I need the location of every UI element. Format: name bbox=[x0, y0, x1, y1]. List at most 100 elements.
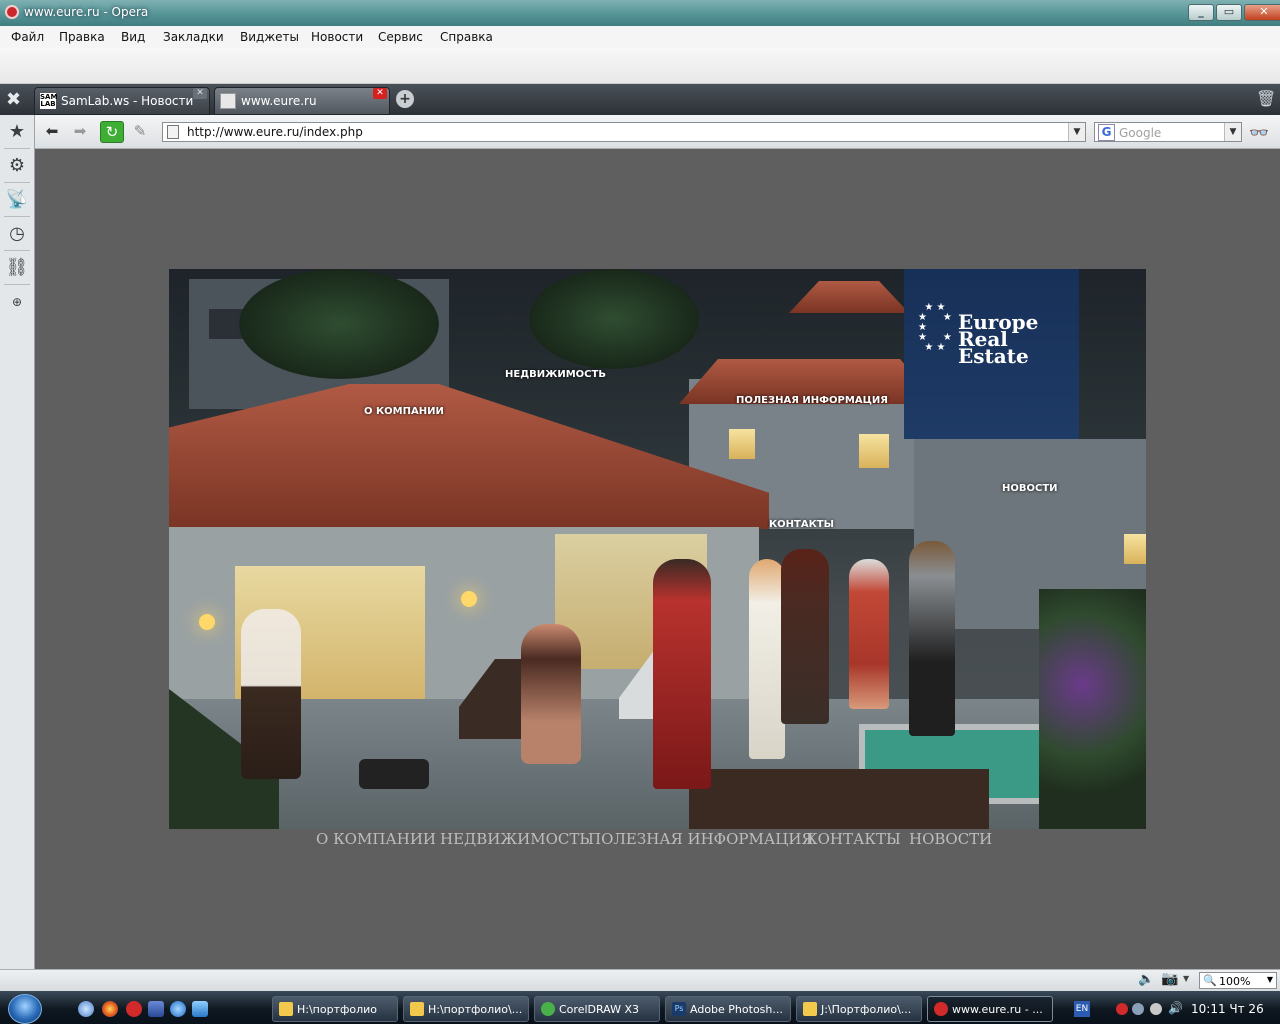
address-field[interactable]: http://www.eure.ru/index.php ▼ bbox=[162, 122, 1086, 142]
tab-close-icon[interactable]: ✕ bbox=[373, 88, 387, 99]
man-in-white-jacket bbox=[241, 609, 301, 779]
google-g-icon[interactable]: G bbox=[1098, 124, 1115, 141]
opera-tray-icon[interactable] bbox=[1116, 1003, 1128, 1015]
menu-news[interactable]: Новости bbox=[311, 30, 363, 44]
magnifier-icon: 🔍 bbox=[1203, 974, 1217, 987]
woman-in-white-dress bbox=[749, 559, 785, 759]
photoshop-icon: Ps bbox=[672, 1002, 686, 1016]
taskbar-window-folder-3[interactable]: J:\Портфолио\... bbox=[796, 996, 922, 1022]
speaker-icon[interactable]: 🔈 bbox=[1138, 972, 1154, 987]
camera-icon[interactable]: 📷 bbox=[1161, 971, 1178, 987]
show-desktop-icon[interactable] bbox=[192, 1001, 208, 1017]
opera-icon bbox=[934, 1002, 948, 1016]
taskbar-window-folder[interactable]: H:\портфолио bbox=[272, 996, 398, 1022]
lit-window bbox=[859, 434, 889, 468]
maximize-button[interactable]: ▭ bbox=[1216, 4, 1242, 21]
url-dropdown-icon[interactable]: ▼ bbox=[1068, 123, 1085, 141]
menu-view[interactable]: Вид bbox=[121, 30, 145, 44]
menu-tools[interactable]: Сервис bbox=[378, 30, 423, 44]
hero-link-about[interactable]: О КОМПАНИИ bbox=[364, 406, 444, 417]
hero-link-real-estate[interactable]: НЕДВИЖИМОСТЬ bbox=[505, 369, 606, 380]
menu-widgets[interactable]: Виджеты bbox=[240, 30, 299, 44]
tray-icon[interactable] bbox=[1150, 1003, 1162, 1015]
language-indicator[interactable]: EN bbox=[1074, 1001, 1090, 1017]
page-favicon-icon bbox=[220, 93, 236, 109]
glasses-icon[interactable]: 👓 bbox=[1249, 123, 1269, 142]
footer-nav: О КОМПАНИИ НЕДВИЖИМОСТЬ ПОЛЕЗНАЯ ИНФОРМА… bbox=[316, 830, 1016, 850]
firefox-icon[interactable] bbox=[102, 1001, 118, 1017]
search-placeholder[interactable]: Google bbox=[1119, 126, 1161, 140]
empty-toolbar bbox=[0, 48, 1280, 84]
volume-tray-icon[interactable]: 🔊 bbox=[1168, 1001, 1183, 1015]
history-clock-icon[interactable]: ◷ bbox=[4, 221, 30, 247]
menu-file[interactable]: Файл bbox=[11, 30, 44, 44]
tools-icon[interactable]: ✖ bbox=[6, 89, 21, 110]
window-titlebar: www.eure.ru - Opera _ ▭ ✕ bbox=[0, 0, 1280, 26]
hero-illustration: ★ ★ ★ ★ ★ ★ ★ ★ ★ Europe Real Estate НЕДВИЖ… bbox=[169, 269, 1146, 829]
forward-arrow-icon[interactable]: ➡ bbox=[69, 121, 91, 141]
feeds-antenna-icon[interactable]: 📡 bbox=[4, 187, 30, 213]
opera-icon[interactable] bbox=[126, 1001, 142, 1017]
internet-explorer-icon[interactable] bbox=[170, 1001, 186, 1017]
grill bbox=[359, 759, 429, 789]
menu-bookmarks[interactable]: Закладки bbox=[163, 30, 224, 44]
taskbar-label: J:\Портфолио\... bbox=[821, 1003, 912, 1016]
flower-bed bbox=[1039, 589, 1146, 829]
footer-link-useful-info[interactable]: ПОЛЕЗНАЯ ИНФОРМАЦИЯ bbox=[588, 830, 814, 848]
main-house-roof bbox=[169, 384, 769, 529]
reload-icon[interactable]: ↻ bbox=[100, 121, 124, 143]
opera-logo-icon bbox=[5, 5, 19, 19]
hero-link-useful-info[interactable]: ПОЛЕЗНАЯ ИНФОРМАЦИЯ bbox=[736, 395, 888, 406]
add-panel-icon[interactable]: ⊕ bbox=[4, 289, 30, 315]
new-tab-icon[interactable]: + bbox=[396, 90, 414, 108]
wall-lamp bbox=[461, 591, 477, 607]
globe-icon[interactable] bbox=[78, 1001, 94, 1017]
minimize-button[interactable]: _ bbox=[1188, 4, 1214, 21]
trash-icon[interactable]: 🗑 bbox=[1256, 89, 1276, 108]
taskbar-label: CorelDRAW X3 bbox=[559, 1003, 640, 1016]
europe-real-estate-logo: ★ ★ ★ ★ ★ ★ ★ ★ ★ Europe Real Estate bbox=[904, 269, 1079, 439]
footer-link-news[interactable]: НОВОСТИ bbox=[909, 830, 992, 848]
menu-help[interactable]: Справка bbox=[440, 30, 493, 44]
taskbar-label: Adobe Photosh... bbox=[690, 1003, 783, 1016]
hero-link-contacts[interactable]: КОНТАКТЫ bbox=[769, 519, 834, 530]
tab-samlab[interactable]: SAM LAB SamLab.ws - Новости ✕ bbox=[34, 87, 210, 115]
menu-edit[interactable]: Правка bbox=[59, 30, 105, 44]
taskbar-window-opera[interactable]: www.eure.ru - ... bbox=[927, 996, 1053, 1022]
footer-link-real-estate[interactable]: НЕДВИЖИМОСТЬ bbox=[440, 830, 590, 848]
network-tray-icon[interactable] bbox=[1132, 1003, 1144, 1015]
tab-eure[interactable]: www.eure.ru ✕ bbox=[214, 87, 390, 115]
camera-dropdown-icon[interactable]: ▼ bbox=[1183, 974, 1189, 983]
panel-divider bbox=[4, 216, 30, 217]
lit-window bbox=[1124, 534, 1146, 564]
folder-icon bbox=[803, 1002, 817, 1016]
panel-divider bbox=[4, 182, 30, 183]
bookmarks-star-icon[interactable]: ★ bbox=[4, 119, 30, 145]
hero-link-news[interactable]: НОВОСТИ bbox=[1002, 483, 1058, 494]
taskbar-clock[interactable]: 10:11 Чт 26 bbox=[1191, 1002, 1264, 1016]
edit-pen-icon[interactable]: ✎ bbox=[129, 121, 151, 141]
lit-window bbox=[729, 429, 755, 459]
taskbar-window-photoshop[interactable]: Ps Adobe Photosh... bbox=[665, 996, 791, 1022]
status-bar: 🔈 📷 ▼ 🔍 100% ▼ bbox=[0, 969, 1280, 992]
save-disk-icon[interactable] bbox=[148, 1001, 164, 1017]
taskbar-window-folder-2[interactable]: H:\портфолио\... bbox=[403, 996, 529, 1022]
back-arrow-icon[interactable]: ⬅ bbox=[41, 121, 63, 141]
search-dropdown-icon[interactable]: ▼ bbox=[1224, 123, 1241, 141]
zoom-dropdown-icon[interactable]: ▼ bbox=[1267, 975, 1273, 984]
tab-close-icon[interactable]: ✕ bbox=[193, 88, 207, 99]
samlab-favicon-icon: SAM LAB bbox=[40, 93, 58, 109]
window-title: www.eure.ru - Opera bbox=[24, 5, 149, 19]
close-window-button[interactable]: ✕ bbox=[1244, 4, 1280, 21]
search-field[interactable]: G Google ▼ bbox=[1094, 122, 1242, 142]
woman-in-red-dress bbox=[653, 559, 711, 789]
wall-lamp bbox=[199, 614, 215, 630]
gear-icon[interactable]: ⚙ bbox=[4, 153, 30, 179]
start-button[interactable] bbox=[8, 994, 42, 1024]
taskbar-window-coreldraw[interactable]: CorelDRAW X3 bbox=[534, 996, 660, 1022]
footer-link-about[interactable]: О КОМПАНИИ bbox=[316, 830, 436, 848]
url-text[interactable]: http://www.eure.ru/index.php bbox=[187, 125, 363, 139]
zoom-control[interactable]: 🔍 100% ▼ bbox=[1199, 972, 1277, 989]
footer-link-contacts[interactable]: КОНТАКТЫ bbox=[806, 830, 901, 848]
links-chain-icon[interactable]: ⛓ bbox=[4, 255, 30, 281]
